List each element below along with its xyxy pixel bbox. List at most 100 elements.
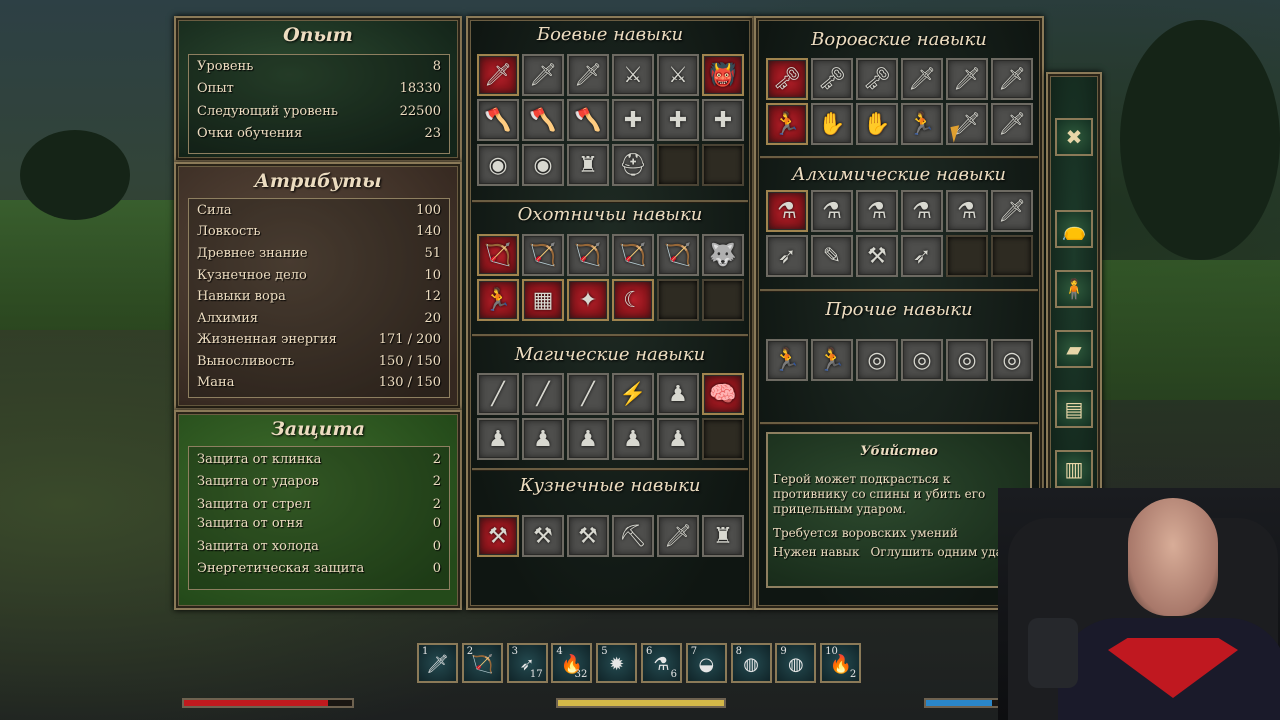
orc-head-icon[interactable]: 👹 — [702, 54, 744, 96]
archer-icon[interactable]: 🏹 — [612, 234, 654, 276]
mage-robe-icon[interactable]: ♟ — [567, 418, 609, 460]
character-icon[interactable]: 🧍 — [1055, 270, 1093, 308]
defense-row-blade: Защита от клинка 2 — [197, 452, 441, 472]
dagger-icon[interactable]: 🗡 — [991, 58, 1033, 100]
sneak-icon[interactable]: 🏃 — [766, 103, 808, 145]
dagger-icon[interactable]: 🗡 — [901, 58, 943, 100]
bread-icon[interactable]: ▰ — [1055, 330, 1093, 368]
alchemy-set-icon[interactable]: ⚗ — [946, 190, 988, 232]
poison-blade-icon[interactable]: 🗡 — [991, 190, 1033, 232]
arrow-bundle-icon[interactable]: ➶ — [901, 235, 943, 277]
bow-icon[interactable]: 🏹 — [522, 234, 564, 276]
ring-icon[interactable]: ◎ — [901, 339, 943, 381]
crossed-swords-icon[interactable]: ⚔ — [612, 54, 654, 96]
sword-icon[interactable]: 🗡 — [567, 54, 609, 96]
brain-icon[interactable]: 🧠 — [702, 373, 744, 415]
quick-slot-7[interactable]: 7 ◒ — [685, 643, 727, 683]
key-icon[interactable]: 🗝 — [856, 58, 898, 100]
quick-slot-9[interactable]: 9 ◍ — [775, 643, 817, 683]
hunter-icon[interactable]: 🏃 — [477, 279, 519, 321]
potion-flask-icon[interactable]: ⚗ — [766, 190, 808, 232]
lockpick-icon[interactable]: 🗝 — [766, 58, 808, 100]
lightning-icon[interactable]: ⚡ — [612, 373, 654, 415]
stat-label: Защита от холода — [197, 539, 319, 554]
potion-drop-icon[interactable]: ⚗ — [901, 190, 943, 232]
pickpocket-hand-icon[interactable]: ✋ — [856, 103, 898, 145]
quick-slot-3[interactable]: 3 ➶ 17 — [506, 643, 548, 683]
alchemy-set-icon[interactable]: ⚗ — [811, 190, 853, 232]
mage-robe-icon[interactable]: ♟ — [477, 418, 519, 460]
close-crossed-swords-icon[interactable]: ✖ — [1055, 118, 1093, 156]
armor-icon[interactable]: ♜ — [567, 144, 609, 186]
empty-skill-slot[interactable] — [657, 279, 699, 321]
mage-robe-icon[interactable]: ♟ — [657, 418, 699, 460]
ring-icon[interactable]: ◎ — [856, 339, 898, 381]
stat-label: Защита от клинка — [197, 452, 322, 467]
quick-slot-10[interactable]: 10 🔥 2 — [820, 643, 862, 683]
torch-icon[interactable]: ✎ — [811, 235, 853, 277]
claw-icon[interactable]: ☾ — [612, 279, 654, 321]
halberd-icon[interactable]: 🪓 — [567, 99, 609, 141]
arrow-icon[interactable]: ➶ — [766, 235, 808, 277]
potion-flask-icon[interactable]: ⚗ — [856, 190, 898, 232]
acrobat-icon[interactable]: 🏃 — [901, 103, 943, 145]
chest-armor-icon[interactable]: ♜ — [702, 515, 744, 557]
empty-skill-slot[interactable] — [657, 144, 699, 186]
mace-icon[interactable]: ⚒ — [856, 235, 898, 277]
bow-icon[interactable]: 🏹 — [477, 234, 519, 276]
crossed-swords-icon[interactable]: ⚔ — [657, 54, 699, 96]
anvil-icon[interactable]: ⚒ — [522, 515, 564, 557]
sprint-icon[interactable]: 🏃 — [766, 339, 808, 381]
archer-icon[interactable]: 🏹 — [657, 234, 699, 276]
staff-icon[interactable]: ╱ — [522, 373, 564, 415]
potion-dagger-icon[interactable]: 🗡 — [991, 103, 1033, 145]
stat-value: 0 — [432, 539, 441, 554]
staff-icon[interactable]: ╱ — [567, 373, 609, 415]
quick-slot-4[interactable]: 4 🔥 32 — [551, 643, 593, 683]
crossbow-icon[interactable]: ✚ — [657, 99, 699, 141]
crossbow-icon[interactable]: ✚ — [702, 99, 744, 141]
ring-icon[interactable]: ◎ — [946, 339, 988, 381]
reptile-skin-icon[interactable]: ✦ — [567, 279, 609, 321]
shield-icon[interactable]: ◉ — [522, 144, 564, 186]
pickpocket-hand-icon[interactable]: ✋ — [811, 103, 853, 145]
empty-skill-slot[interactable] — [702, 144, 744, 186]
sword-icon[interactable]: 🗡 — [522, 54, 564, 96]
axe-icon[interactable]: 🪓 — [477, 99, 519, 141]
key-icon[interactable]: 🗝 — [811, 58, 853, 100]
sprint-icon[interactable]: 🏃 — [811, 339, 853, 381]
ring-icon[interactable]: ◎ — [991, 339, 1033, 381]
quick-slot-8[interactable]: 8 ◍ — [730, 643, 772, 683]
empty-skill-slot[interactable] — [946, 235, 988, 277]
shield-icon[interactable]: ◉ — [477, 144, 519, 186]
pickaxe-icon[interactable]: ⛏ — [612, 515, 654, 557]
map-icon[interactable]: ▤ — [1055, 390, 1093, 428]
mage-robe-icon[interactable]: ♟ — [522, 418, 564, 460]
quick-slot-1[interactable]: 1 🗡 — [417, 643, 458, 683]
anvil-icon[interactable]: ⚒ — [477, 515, 519, 557]
anvil-icon[interactable]: ⚒ — [567, 515, 609, 557]
sword-icon[interactable]: 🗡 — [477, 54, 519, 96]
helmet-icon[interactable]: ⛑ — [612, 144, 654, 186]
quick-slot-6[interactable]: 6 ⚗ 6 — [641, 643, 682, 683]
stat-label: Защита от огня — [197, 516, 304, 531]
mage-robe-icon[interactable]: ♟ — [612, 418, 654, 460]
bow-icon[interactable]: 🏹 — [567, 234, 609, 276]
hide-icon[interactable]: ▦ — [522, 279, 564, 321]
blade-forge-icon[interactable]: 🗡 — [657, 515, 699, 557]
empty-skill-slot[interactable] — [702, 418, 744, 460]
skill-description-title: Убийство — [860, 444, 938, 459]
skill-requirement-label: Требуется воровских умений — [773, 526, 958, 540]
dagger-icon[interactable]: 🗡 — [946, 58, 988, 100]
halberd-icon[interactable]: 🪓 — [522, 99, 564, 141]
journal-icon[interactable]: ▥ — [1055, 450, 1093, 488]
empty-skill-slot[interactable] — [702, 279, 744, 321]
quick-slot-2[interactable]: 2 🏹 — [461, 643, 503, 683]
mage-robe-icon[interactable]: ♟ — [657, 373, 699, 415]
quick-slot-5[interactable]: 5 ✹ — [596, 643, 638, 683]
staff-icon[interactable]: ╱ — [477, 373, 519, 415]
pouch-icon[interactable]: 👝 — [1055, 210, 1093, 248]
empty-skill-slot[interactable] — [991, 235, 1033, 277]
crossbow-icon[interactable]: ✚ — [612, 99, 654, 141]
beast-head-icon[interactable]: 🐺 — [702, 234, 744, 276]
